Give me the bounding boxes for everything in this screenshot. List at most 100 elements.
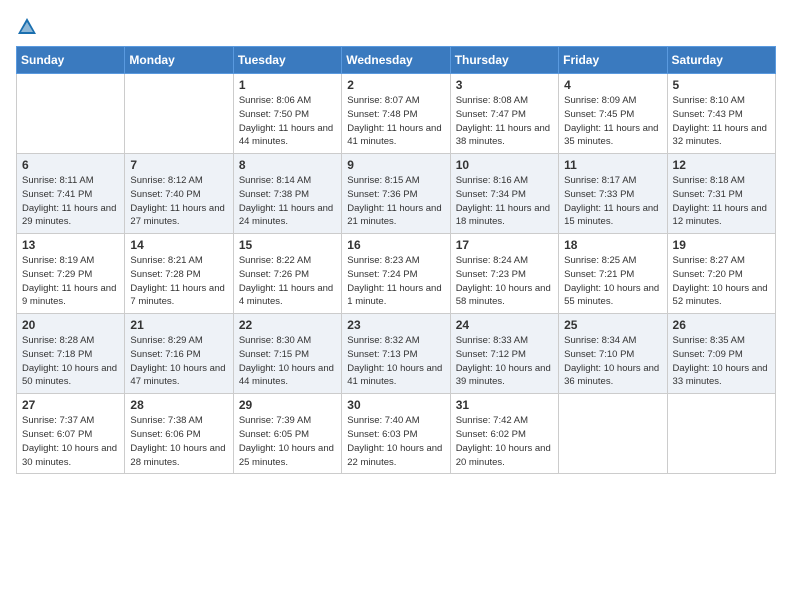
day-number: 1 xyxy=(239,78,336,92)
calendar-day-cell xyxy=(559,394,667,474)
day-number: 12 xyxy=(673,158,770,172)
calendar-day-cell: 27Sunrise: 7:37 AM Sunset: 6:07 PM Dayli… xyxy=(17,394,125,474)
calendar-day-cell: 1Sunrise: 8:06 AM Sunset: 7:50 PM Daylig… xyxy=(233,74,341,154)
day-number: 13 xyxy=(22,238,119,252)
day-info: Sunrise: 8:33 AM Sunset: 7:12 PM Dayligh… xyxy=(456,334,553,389)
day-number: 3 xyxy=(456,78,553,92)
calendar-day-cell: 11 Sunrise: 8:17 AM Sunset: 7:33 PM Dayli… xyxy=(559,154,667,234)
calendar-day-cell: 31 Sunrise: 7:42 AM Sunset: 6:02 PM Dayli… xyxy=(450,394,558,474)
calendar-day-cell: 30Sunrise: 7:40 AM Sunset: 6:03 PM Dayli… xyxy=(342,394,450,474)
day-number: 16 xyxy=(347,238,444,252)
calendar-header-cell: Saturday xyxy=(667,47,775,74)
calendar-table: SundayMondayTuesdayWednesdayThursdayFrid… xyxy=(16,46,776,474)
day-number: 11 xyxy=(564,158,661,172)
day-number: 24 xyxy=(456,318,553,332)
calendar-day-cell: 4Sunrise: 8:09 AM Sunset: 7:45 PM Daylig… xyxy=(559,74,667,154)
day-number: 26 xyxy=(673,318,770,332)
calendar-day-cell: 16 Sunrise: 8:23 AM Sunset: 7:24 PM Dayli… xyxy=(342,234,450,314)
day-number: 20 xyxy=(22,318,119,332)
calendar-day-cell: 2 Sunrise: 8:07 AM Sunset: 7:48 PM Daylig… xyxy=(342,74,450,154)
calendar-header-cell: Wednesday xyxy=(342,47,450,74)
day-number: 22 xyxy=(239,318,336,332)
calendar-header-row: SundayMondayTuesdayWednesdayThursdayFrid… xyxy=(17,47,776,74)
day-info: Sunrise: 8:07 AM Sunset: 7:48 PM Dayligh… xyxy=(347,94,444,149)
day-info: Sunrise: 8:27 AM Sunset: 7:20 PM Dayligh… xyxy=(673,254,770,309)
day-number: 14 xyxy=(130,238,227,252)
day-info: Sunrise: 8:19 AM Sunset: 7:29 PM Dayligh… xyxy=(22,254,119,309)
calendar-day-cell: 22 Sunrise: 8:30 AM Sunset: 7:15 PM Dayli… xyxy=(233,314,341,394)
day-info: Sunrise: 8:30 AM Sunset: 7:15 PM Dayligh… xyxy=(239,334,336,389)
calendar-header-cell: Tuesday xyxy=(233,47,341,74)
calendar-day-cell: 9 Sunrise: 8:15 AM Sunset: 7:36 PM Daylig… xyxy=(342,154,450,234)
day-info: Sunrise: 8:17 AM Sunset: 7:33 PM Dayligh… xyxy=(564,174,661,229)
calendar-week-row: 1Sunrise: 8:06 AM Sunset: 7:50 PM Daylig… xyxy=(17,74,776,154)
calendar-header-cell: Friday xyxy=(559,47,667,74)
day-number: 21 xyxy=(130,318,227,332)
day-info: Sunrise: 8:11 AM Sunset: 7:41 PM Dayligh… xyxy=(22,174,119,229)
day-number: 2 xyxy=(347,78,444,92)
calendar-day-cell: 5Sunrise: 8:10 AM Sunset: 7:43 PM Daylig… xyxy=(667,74,775,154)
day-info: Sunrise: 8:29 AM Sunset: 7:16 PM Dayligh… xyxy=(130,334,227,389)
day-number: 30 xyxy=(347,398,444,412)
calendar-day-cell: 23Sunrise: 8:32 AM Sunset: 7:13 PM Dayli… xyxy=(342,314,450,394)
day-info: Sunrise: 7:42 AM Sunset: 6:02 PM Dayligh… xyxy=(456,414,553,469)
day-number: 4 xyxy=(564,78,661,92)
day-info: Sunrise: 8:16 AM Sunset: 7:34 PM Dayligh… xyxy=(456,174,553,229)
calendar-day-cell: 21 Sunrise: 8:29 AM Sunset: 7:16 PM Dayli… xyxy=(125,314,233,394)
day-info: Sunrise: 8:23 AM Sunset: 7:24 PM Dayligh… xyxy=(347,254,444,309)
day-number: 31 xyxy=(456,398,553,412)
day-info: Sunrise: 7:38 AM Sunset: 6:06 PM Dayligh… xyxy=(130,414,227,469)
day-number: 17 xyxy=(456,238,553,252)
day-info: Sunrise: 8:18 AM Sunset: 7:31 PM Dayligh… xyxy=(673,174,770,229)
calendar-day-cell xyxy=(17,74,125,154)
calendar-day-cell: 17 Sunrise: 8:24 AM Sunset: 7:23 PM Dayli… xyxy=(450,234,558,314)
day-info: Sunrise: 8:35 AM Sunset: 7:09 PM Dayligh… xyxy=(673,334,770,389)
logo xyxy=(16,16,42,38)
calendar-header-cell: Sunday xyxy=(17,47,125,74)
day-info: Sunrise: 8:34 AM Sunset: 7:10 PM Dayligh… xyxy=(564,334,661,389)
header xyxy=(16,16,776,38)
calendar-day-cell: 10 Sunrise: 8:16 AM Sunset: 7:34 PM Dayli… xyxy=(450,154,558,234)
calendar-day-cell: 12 Sunrise: 8:18 AM Sunset: 7:31 PM Dayli… xyxy=(667,154,775,234)
calendar-day-cell: 14Sunrise: 8:21 AM Sunset: 7:28 PM Dayli… xyxy=(125,234,233,314)
day-info: Sunrise: 8:25 AM Sunset: 7:21 PM Dayligh… xyxy=(564,254,661,309)
calendar-day-cell: 29 Sunrise: 7:39 AM Sunset: 6:05 PM Dayli… xyxy=(233,394,341,474)
day-number: 7 xyxy=(130,158,227,172)
day-number: 8 xyxy=(239,158,336,172)
day-number: 9 xyxy=(347,158,444,172)
calendar-day-cell: 28 Sunrise: 7:38 AM Sunset: 6:06 PM Dayli… xyxy=(125,394,233,474)
day-info: Sunrise: 8:15 AM Sunset: 7:36 PM Dayligh… xyxy=(347,174,444,229)
day-info: Sunrise: 8:24 AM Sunset: 7:23 PM Dayligh… xyxy=(456,254,553,309)
calendar-week-row: 13 Sunrise: 8:19 AM Sunset: 7:29 PM Dayli… xyxy=(17,234,776,314)
logo-icon xyxy=(16,16,38,38)
day-number: 10 xyxy=(456,158,553,172)
calendar-day-cell: 20 Sunrise: 8:28 AM Sunset: 7:18 PM Dayli… xyxy=(17,314,125,394)
day-number: 6 xyxy=(22,158,119,172)
calendar-body: 1Sunrise: 8:06 AM Sunset: 7:50 PM Daylig… xyxy=(17,74,776,474)
calendar-week-row: 6 Sunrise: 8:11 AM Sunset: 7:41 PM Daylig… xyxy=(17,154,776,234)
day-info: Sunrise: 7:39 AM Sunset: 6:05 PM Dayligh… xyxy=(239,414,336,469)
day-number: 23 xyxy=(347,318,444,332)
day-info: Sunrise: 8:28 AM Sunset: 7:18 PM Dayligh… xyxy=(22,334,119,389)
calendar-day-cell: 19 Sunrise: 8:27 AM Sunset: 7:20 PM Dayli… xyxy=(667,234,775,314)
calendar-week-row: 20 Sunrise: 8:28 AM Sunset: 7:18 PM Dayli… xyxy=(17,314,776,394)
day-number: 28 xyxy=(130,398,227,412)
day-number: 19 xyxy=(673,238,770,252)
calendar-day-cell: 24 Sunrise: 8:33 AM Sunset: 7:12 PM Dayli… xyxy=(450,314,558,394)
day-number: 15 xyxy=(239,238,336,252)
day-number: 29 xyxy=(239,398,336,412)
calendar-header-cell: Monday xyxy=(125,47,233,74)
day-number: 5 xyxy=(673,78,770,92)
day-info: Sunrise: 8:22 AM Sunset: 7:26 PM Dayligh… xyxy=(239,254,336,309)
calendar-day-cell: 8Sunrise: 8:14 AM Sunset: 7:38 PM Daylig… xyxy=(233,154,341,234)
calendar-day-cell: 25 Sunrise: 8:34 AM Sunset: 7:10 PM Dayli… xyxy=(559,314,667,394)
calendar-day-cell: 15 Sunrise: 8:22 AM Sunset: 7:26 PM Dayli… xyxy=(233,234,341,314)
day-info: Sunrise: 8:12 AM Sunset: 7:40 PM Dayligh… xyxy=(130,174,227,229)
calendar-day-cell xyxy=(667,394,775,474)
calendar-day-cell: 26 Sunrise: 8:35 AM Sunset: 7:09 PM Dayli… xyxy=(667,314,775,394)
day-info: Sunrise: 7:37 AM Sunset: 6:07 PM Dayligh… xyxy=(22,414,119,469)
day-info: Sunrise: 8:08 AM Sunset: 7:47 PM Dayligh… xyxy=(456,94,553,149)
calendar-day-cell: 13 Sunrise: 8:19 AM Sunset: 7:29 PM Dayli… xyxy=(17,234,125,314)
calendar-day-cell xyxy=(125,74,233,154)
day-number: 25 xyxy=(564,318,661,332)
